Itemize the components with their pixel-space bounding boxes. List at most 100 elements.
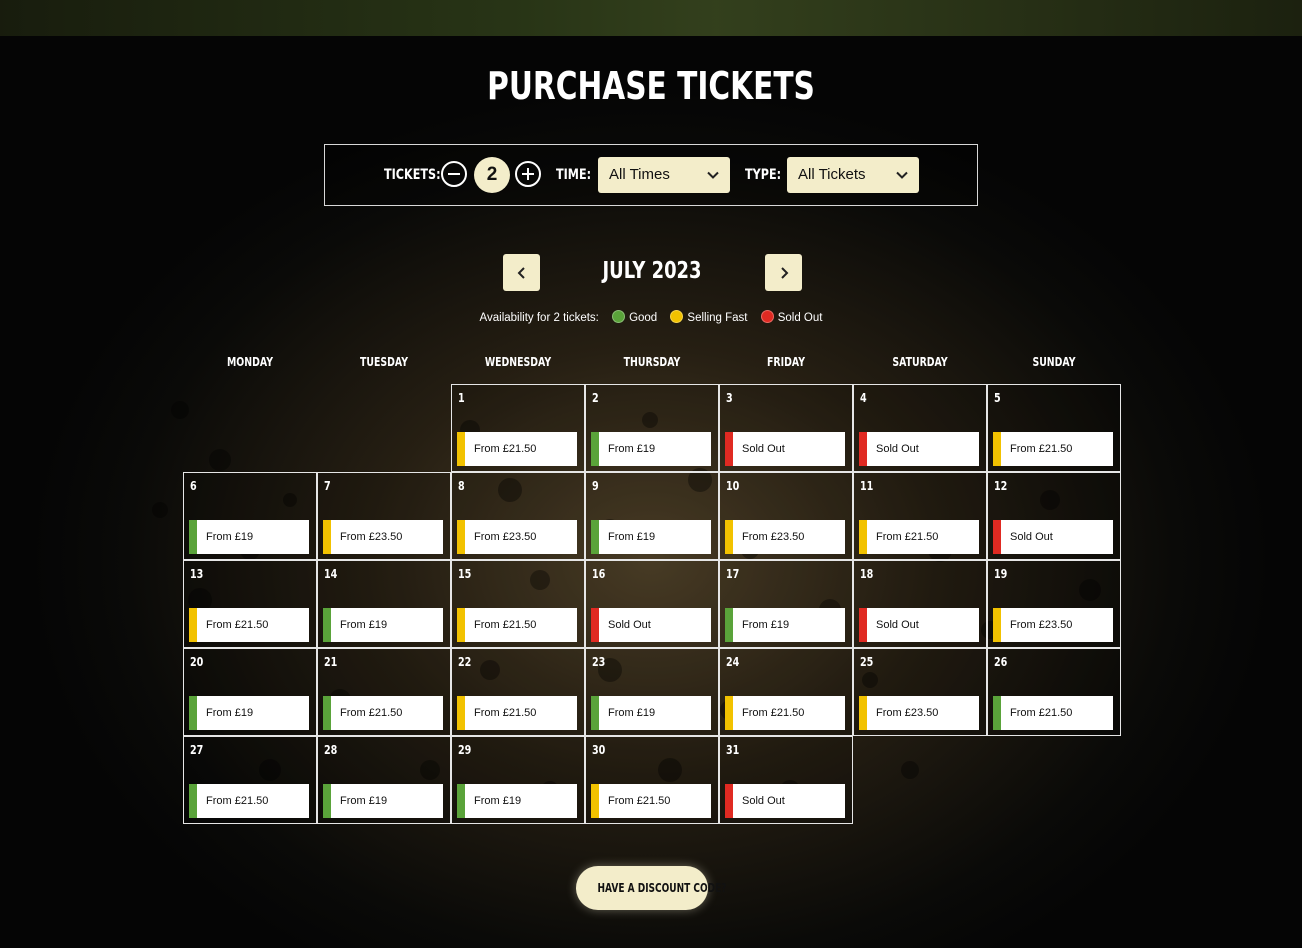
day-number: 29 [458,743,472,757]
calendar-day-cell[interactable]: 3 Sold Out [719,384,853,472]
day-price-card[interactable]: From £21.50 [189,784,309,818]
day-price-card[interactable]: From £23.50 [859,696,979,730]
calendar-day-cell[interactable]: 25 From £23.50 [853,648,987,736]
availability-indicator [859,696,867,730]
decrease-tickets-button[interactable] [441,161,467,187]
day-number: 16 [592,567,606,581]
day-price-card[interactable]: From £19 [189,696,309,730]
calendar-day-cell[interactable]: 9 From £19 [585,472,719,560]
page-title: PURCHASE TICKETS [487,64,815,108]
calendar-day-cell[interactable]: 21 From £21.50 [317,648,451,736]
calendar-day-cell[interactable]: 20 From £19 [183,648,317,736]
weekday-monday: MONDAY [226,355,273,369]
day-price-card[interactable]: From £23.50 [725,520,845,554]
day-number: 21 [324,655,338,669]
calendar-day-cell[interactable]: 6 From £19 [183,472,317,560]
ticket-quantity: 2 [474,157,510,193]
previous-month-button[interactable] [503,254,540,291]
day-number: 25 [860,655,874,669]
calendar-day-cell[interactable]: 12 Sold Out [987,472,1121,560]
calendar-day-cell[interactable]: 23 From £19 [585,648,719,736]
availability-indicator [323,608,331,642]
calendar-day-cell[interactable]: 11 From £21.50 [853,472,987,560]
calendar-day-cell[interactable]: 14 From £19 [317,560,451,648]
day-number: 5 [994,391,1001,405]
availability-indicator [993,520,1001,554]
next-month-button[interactable] [765,254,802,291]
calendar-day-cell[interactable]: 28 From £19 [317,736,451,824]
availability-indicator [189,520,197,554]
day-number: 7 [324,479,331,493]
day-price-card[interactable]: From £21.50 [457,608,577,642]
day-price-card[interactable]: From £21.50 [859,520,979,554]
calendar-day-cell[interactable]: 24 From £21.50 [719,648,853,736]
calendar-day-cell[interactable]: 7 From £23.50 [317,472,451,560]
calendar-day-cell[interactable]: 26 From £21.50 [987,648,1121,736]
calendar-day-cell[interactable]: 22 From £21.50 [451,648,585,736]
calendar-day-cell[interactable]: 29 From £19 [451,736,585,824]
day-price-card[interactable]: From £21.50 [457,696,577,730]
time-select[interactable]: All Times [598,157,730,193]
calendar-day-cell[interactable]: 16 Sold Out [585,560,719,648]
day-price-card[interactable]: From £21.50 [591,784,711,818]
calendar-day-cell[interactable]: 5 From £21.50 [987,384,1121,472]
calendar-day-cell[interactable]: 8 From £23.50 [451,472,585,560]
day-price-card[interactable]: From £19 [323,608,443,642]
calendar-day-cell[interactable]: 1 From £21.50 [451,384,585,472]
day-price-card[interactable]: From £21.50 [323,696,443,730]
day-price-text: From £19 [608,443,656,455]
calendar-day-cell[interactable]: 30 From £21.50 [585,736,719,824]
discount-code-button[interactable]: HAVE A DISCOUNT CODE? [576,866,727,910]
calendar-day-cell[interactable]: 27 From £21.50 [183,736,317,824]
day-number: 13 [190,567,204,581]
day-price-card[interactable]: Sold Out [859,608,979,642]
day-price-card[interactable]: From £23.50 [993,608,1113,642]
good-dot-icon [612,310,626,323]
day-price-card[interactable]: Sold Out [591,608,711,642]
day-price-text: From £23.50 [474,531,537,543]
day-price-card[interactable]: Sold Out [993,520,1113,554]
day-price-card[interactable]: From £19 [725,608,845,642]
day-price-card[interactable]: From £21.50 [993,696,1113,730]
calendar-day-cell[interactable]: 31 Sold Out [719,736,853,824]
tickets-label: TICKETS: [384,167,441,183]
type-select-value: All Tickets [798,166,866,183]
day-price-card[interactable]: From £21.50 [189,608,309,642]
calendar-day-cell[interactable]: 18 Sold Out [853,560,987,648]
availability-indicator [323,696,331,730]
day-price-card[interactable]: Sold Out [725,784,845,818]
calendar-day-cell[interactable]: 13 From £21.50 [183,560,317,648]
day-price-card[interactable]: From £19 [591,520,711,554]
calendar-day-cell[interactable]: 15 From £21.50 [451,560,585,648]
minus-icon [448,173,460,175]
calendar-day-cell[interactable]: 4 Sold Out [853,384,987,472]
day-price-text: From £21.50 [474,443,537,455]
chevron-down-icon [896,171,908,179]
calendar-day-cell[interactable]: 19 From £23.50 [987,560,1121,648]
day-price-text: From £21.50 [206,795,269,807]
legend-selling-fast: Selling Fast [670,310,748,324]
day-price-card[interactable]: From £21.50 [993,432,1113,466]
day-price-text: From £19 [206,707,254,719]
increase-tickets-button[interactable] [515,161,541,187]
availability-indicator [859,608,867,642]
day-price-card[interactable]: From £19 [323,784,443,818]
type-label: TYPE: [745,167,782,183]
day-price-card[interactable]: From £19 [591,432,711,466]
day-price-card[interactable]: From £19 [457,784,577,818]
day-price-card[interactable]: From £19 [591,696,711,730]
day-price-card[interactable]: From £23.50 [457,520,577,554]
day-price-card[interactable]: From £21.50 [457,432,577,466]
availability-indicator [591,696,599,730]
calendar-day-cell[interactable]: 10 From £23.50 [719,472,853,560]
day-price-card[interactable]: Sold Out [859,432,979,466]
day-price-card[interactable]: From £19 [189,520,309,554]
day-price-card[interactable]: Sold Out [725,432,845,466]
day-price-card[interactable]: From £23.50 [323,520,443,554]
day-price-text: From £23.50 [742,531,805,543]
calendar-day-cell[interactable]: 2 From £19 [585,384,719,472]
calendar-day-cell[interactable]: 17 From £19 [719,560,853,648]
availability-indicator [591,432,599,466]
type-select[interactable]: All Tickets [787,157,919,193]
day-price-card[interactable]: From £21.50 [725,696,845,730]
